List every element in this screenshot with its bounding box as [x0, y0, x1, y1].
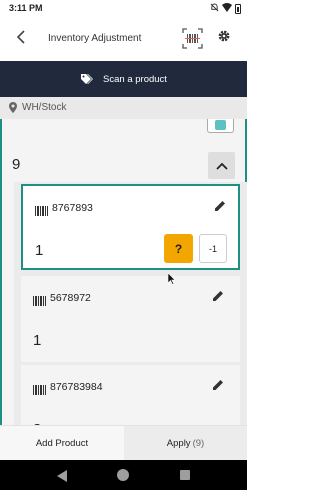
barcode-scan-icon[interactable]	[182, 28, 203, 49]
status-time: 3:11 PM	[9, 3, 43, 13]
product-barcode: 8767893	[52, 202, 93, 214]
question-button[interactable]: ?	[164, 234, 193, 263]
status-bar: 3:11 PM	[0, 0, 247, 17]
line-list: 8767893 1 ? -1 5678972 1 876783984	[14, 182, 247, 425]
nav-home-icon[interactable]	[117, 469, 129, 481]
status-icons	[210, 3, 241, 14]
list-item[interactable]: 5678972 1	[21, 276, 240, 362]
decrement-button[interactable]: -1	[199, 234, 227, 263]
list-item[interactable]: 876783984 3	[21, 365, 240, 425]
location-bar: WH/Stock	[0, 97, 247, 119]
barcode-icon	[33, 293, 46, 306]
pencil-icon[interactable]	[211, 289, 225, 303]
nav-back-icon[interactable]	[56, 469, 68, 482]
barcode-icon	[33, 382, 46, 395]
line-quantity: 1	[35, 242, 44, 259]
nav-recent-icon[interactable]	[180, 470, 190, 480]
chevron-up-icon	[215, 162, 228, 170]
wifi-icon	[222, 3, 232, 14]
location-pin-icon	[9, 102, 17, 113]
collapse-button[interactable]	[208, 152, 235, 179]
product-barcode: 876783984	[50, 381, 103, 393]
app-header: Inventory Adjustment	[0, 17, 247, 61]
add-product-label: Add Product	[35, 438, 89, 449]
apply-count: (9)	[192, 438, 205, 449]
tag-icon	[80, 73, 94, 85]
add-product-button[interactable]: Add Product	[0, 426, 124, 461]
system-nav-bar	[0, 460, 247, 490]
barcode-icon	[35, 203, 48, 216]
location-label: WH/Stock	[22, 102, 67, 113]
back-arrow-icon[interactable]	[16, 29, 26, 47]
mute-icon	[210, 3, 219, 14]
product-group: 9 8767893 1 ? -1 5678972 1 876783984	[0, 119, 247, 425]
settings-icon[interactable]	[217, 29, 231, 48]
group-count: 9	[12, 156, 21, 173]
product-thumbnail	[207, 119, 234, 133]
product-barcode: 5678972	[50, 292, 91, 304]
pencil-icon[interactable]	[213, 199, 227, 213]
pencil-icon[interactable]	[211, 378, 225, 392]
scan-banner: Scan a product	[0, 61, 247, 97]
content-area: 9 8767893 1 ? -1 5678972 1 876783984	[0, 119, 247, 425]
apply-button[interactable]: Apply (9)	[124, 426, 247, 461]
mouse-cursor-icon	[167, 272, 176, 285]
scan-banner-label: Scan a product	[103, 73, 167, 85]
line-quantity: 1	[33, 332, 42, 349]
list-item[interactable]: 8767893 1 ? -1	[21, 184, 240, 270]
battery-icon	[235, 3, 241, 14]
page-title: Inventory Adjustment	[48, 33, 142, 44]
bottom-action-bar: Add Product Apply (9)	[0, 425, 247, 461]
apply-label: Apply	[166, 438, 191, 449]
